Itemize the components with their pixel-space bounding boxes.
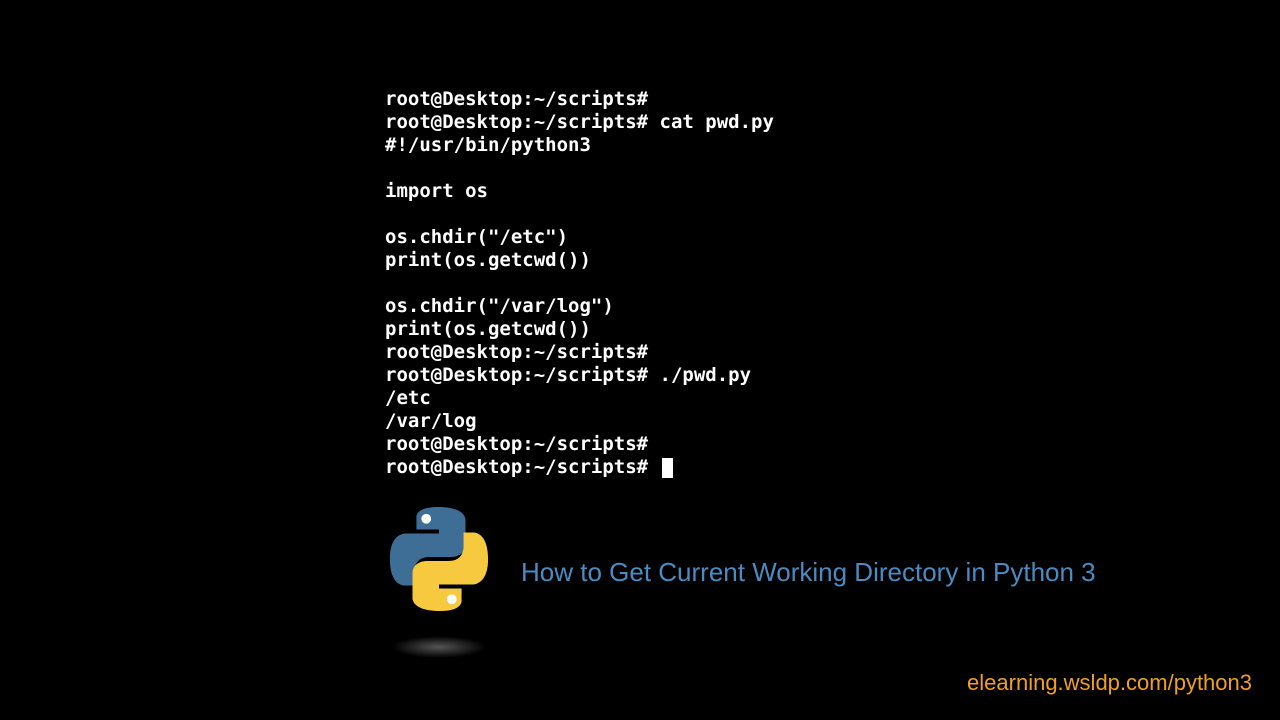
python-logo-icon [385, 505, 493, 640]
footer-url: elearning.wsldp.com/python3 [967, 670, 1252, 696]
terminal-cursor [662, 458, 673, 478]
terminal-line: os.chdir("/etc") [385, 226, 568, 248]
terminal-line: root@Desktop:~/scripts# [385, 433, 648, 455]
terminal-line: #!/usr/bin/python3 [385, 134, 591, 156]
terminal-line: print(os.getcwd()) [385, 249, 591, 271]
logo-title-row: How to Get Current Working Directory in … [385, 505, 1096, 640]
terminal-line: os.chdir("/var/log") [385, 295, 614, 317]
terminal-line: /etc [385, 387, 431, 409]
terminal-output: root@Desktop:~/scripts# root@Desktop:~/s… [385, 88, 774, 479]
terminal-line: root@Desktop:~/scripts# cat pwd.py [385, 111, 774, 133]
terminal-line: root@Desktop:~/scripts# [385, 88, 648, 110]
terminal-line: import os [385, 180, 488, 202]
terminal-line: root@Desktop:~/scripts# [385, 456, 660, 478]
terminal-line: root@Desktop:~/scripts# ./pwd.py [385, 364, 751, 386]
terminal-line: root@Desktop:~/scripts# [385, 341, 648, 363]
page-title: How to Get Current Working Directory in … [521, 557, 1096, 588]
terminal-line: /var/log [385, 410, 477, 432]
logo-shadow [392, 636, 487, 658]
terminal-line: print(os.getcwd()) [385, 318, 591, 340]
